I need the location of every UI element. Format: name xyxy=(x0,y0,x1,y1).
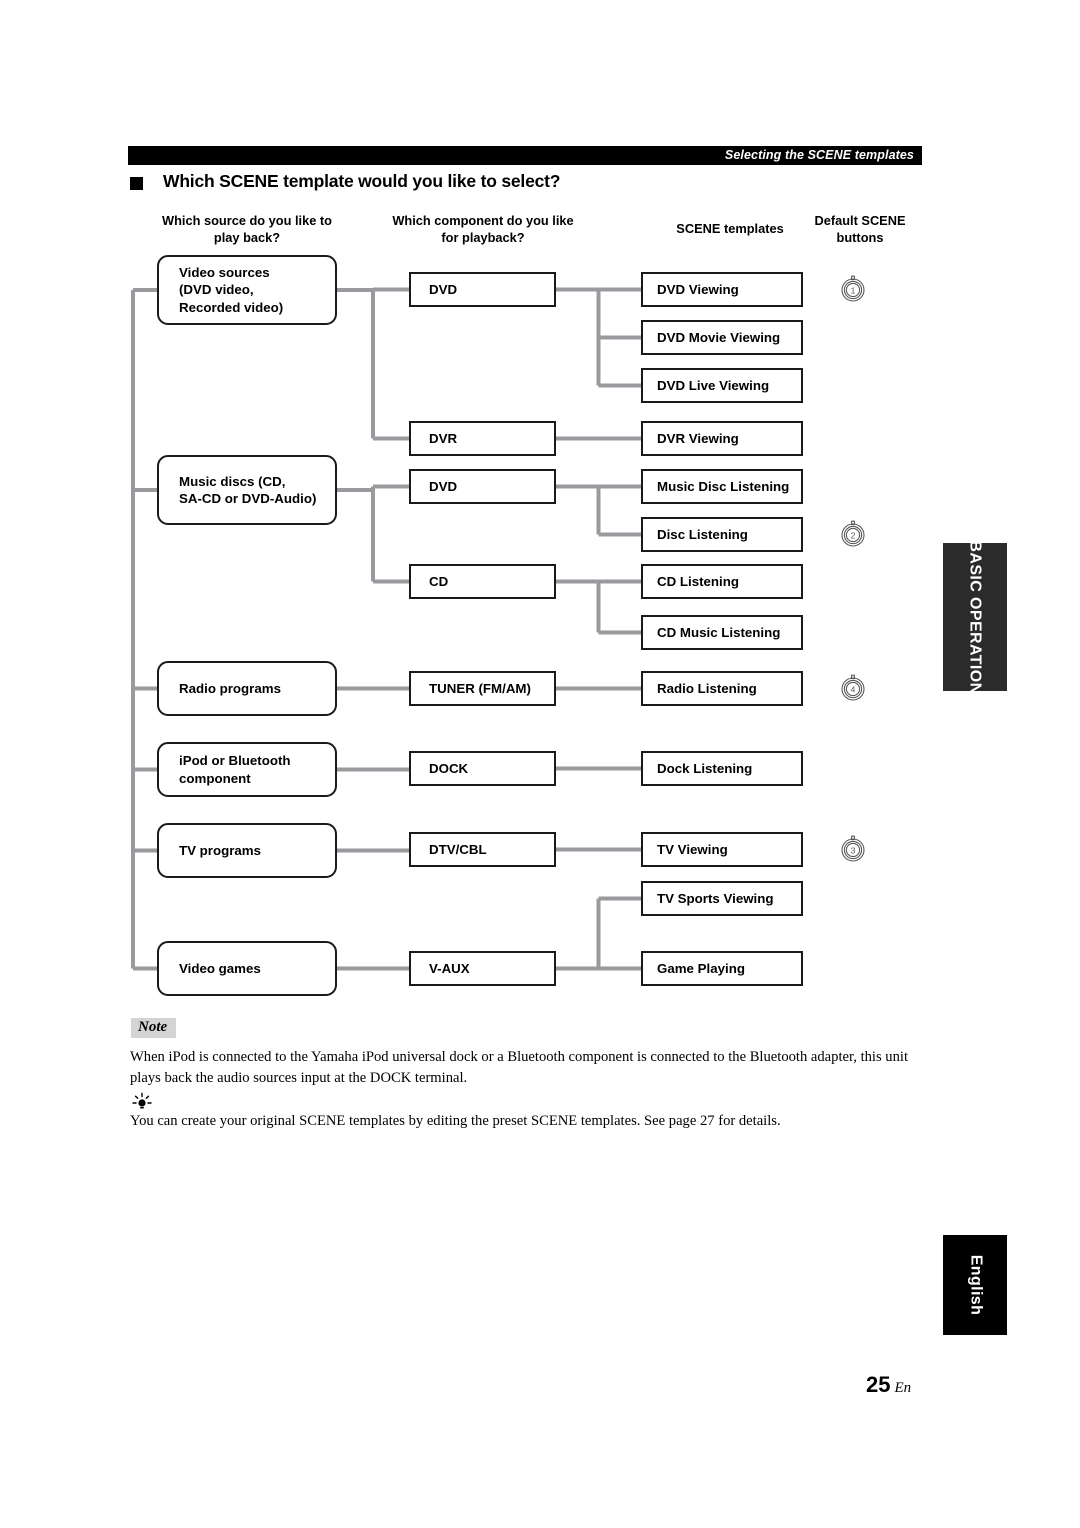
side-tab-english-label: English xyxy=(967,1254,984,1316)
page-number: 25 xyxy=(866,1372,891,1397)
scene-template-box: Dock Listening xyxy=(641,751,803,786)
source-box-label: Music discs (CD, SA-CD or DVD-Audio) xyxy=(179,473,317,507)
running-head-bar: Selecting the SCENE templates xyxy=(128,146,922,165)
page-folio: 25 En xyxy=(866,1372,911,1398)
page-language-suffix: En xyxy=(894,1380,912,1396)
component-box: V-AUX xyxy=(409,951,556,986)
component-box: DVR xyxy=(409,421,556,456)
note-tag: Note xyxy=(131,1018,177,1038)
component-box: TUNER (FM/AM) xyxy=(409,671,556,706)
scene-template-box: Music Disc Listening xyxy=(641,469,803,504)
scene-template-box-label: CD Music Listening xyxy=(657,624,781,640)
source-box: Video sources (DVD video, Recorded video… xyxy=(157,255,337,325)
scene-template-box: TV Sports Viewing xyxy=(641,881,803,916)
side-tab-basic-operation: BASIC OPERATION xyxy=(943,539,1007,695)
scene-template-box: Disc Listening xyxy=(641,517,803,552)
scene-button-icon-1: 1 xyxy=(841,275,865,302)
scene-template-box: DVD Movie Viewing xyxy=(641,320,803,355)
tip-text: You can create your original SCENE templ… xyxy=(130,1113,781,1129)
page-title: Which SCENE template would you like to s… xyxy=(163,171,561,191)
source-box: iPod or Bluetooth component xyxy=(157,742,337,797)
component-box: CD xyxy=(409,564,556,599)
column-header-source: Which source do you like to play back? xyxy=(162,213,332,245)
component-box: DTV/CBL xyxy=(409,832,556,867)
scene-button-icon-2: 2 xyxy=(841,520,865,547)
scene-template-box: Game Playing xyxy=(641,951,803,986)
component-box-label: CD xyxy=(429,573,449,589)
scene-button-number: 1 xyxy=(851,286,856,296)
scene-button-icon-4: 4 xyxy=(841,674,865,701)
tip-lightbulb-icon xyxy=(132,1092,152,1109)
scene-template-box-label: CD Listening xyxy=(657,573,739,589)
scene-button-number: 4 xyxy=(851,685,856,695)
scene-template-box: CD Listening xyxy=(641,564,803,599)
scene-template-box-label: Radio Listening xyxy=(657,680,757,696)
component-box-label: V-AUX xyxy=(429,960,470,976)
scene-template-box-label: DVD Viewing xyxy=(657,281,739,297)
column-header-default-scene-buttons: Default SCENE buttons xyxy=(814,213,906,245)
section-bullet-icon xyxy=(130,177,143,190)
scene-template-box: CD Music Listening xyxy=(641,615,803,650)
component-box-label: DVR xyxy=(429,430,458,446)
side-tab-english: English xyxy=(943,1235,1007,1335)
running-head-text: Selecting the SCENE templates xyxy=(724,148,914,162)
component-box-label: TUNER (FM/AM) xyxy=(429,680,531,696)
source-box: Video games xyxy=(157,941,337,996)
source-box-label: Video sources (DVD video, Recorded video… xyxy=(179,264,284,315)
scene-button-icon-3: 3 xyxy=(841,835,865,862)
scene-template-box-label: DVD Live Viewing xyxy=(657,377,770,393)
scene-button-number: 2 xyxy=(851,531,856,541)
scene-template-box-label: DVD Movie Viewing xyxy=(657,329,781,345)
scene-template-box-label: Game Playing xyxy=(657,960,745,976)
scene-template-box-label: Dock Listening xyxy=(657,760,753,776)
scene-template-box: DVD Viewing xyxy=(641,272,803,307)
component-box: DOCK xyxy=(409,751,556,786)
scene-template-box-label: Disc Listening xyxy=(657,526,748,542)
source-box-label: TV programs xyxy=(179,842,262,858)
source-box-label: Radio programs xyxy=(179,680,281,696)
scene-template-box: DVR Viewing xyxy=(641,421,803,456)
component-box-label: DTV/CBL xyxy=(429,841,487,857)
component-box-label: DVD xyxy=(429,281,458,297)
scene-template-box-label: DVR Viewing xyxy=(657,430,739,446)
scene-template-box-label: TV Viewing xyxy=(657,841,728,857)
source-box-label: Video games xyxy=(179,960,261,976)
scene-template-box-label: Music Disc Listening xyxy=(657,478,790,494)
source-box-label: iPod or Bluetooth component xyxy=(179,753,291,786)
scene-template-box: DVD Live Viewing xyxy=(641,368,803,403)
scene-template-box-label: TV Sports Viewing xyxy=(657,890,774,906)
note-text: When iPod is connected to the Yamaha iPo… xyxy=(130,1049,908,1086)
scene-template-box: TV Viewing xyxy=(641,832,803,867)
component-box-label: DVD xyxy=(429,478,458,494)
source-box: TV programs xyxy=(157,823,337,878)
component-box: DVD xyxy=(409,469,556,504)
component-box-label: DOCK xyxy=(429,760,469,776)
scene-template-box: Radio Listening xyxy=(641,671,803,706)
component-box: DVD xyxy=(409,272,556,307)
source-box: Radio programs xyxy=(157,661,337,716)
column-header-scene-templates: SCENE templates xyxy=(676,221,784,236)
scene-button-number: 3 xyxy=(851,846,856,856)
source-box: Music discs (CD, SA-CD or DVD-Audio) xyxy=(157,455,337,525)
side-tab-basic-operation-label: BASIC OPERATION xyxy=(966,539,984,695)
column-header-component: Which component do you like for playback… xyxy=(392,213,574,245)
